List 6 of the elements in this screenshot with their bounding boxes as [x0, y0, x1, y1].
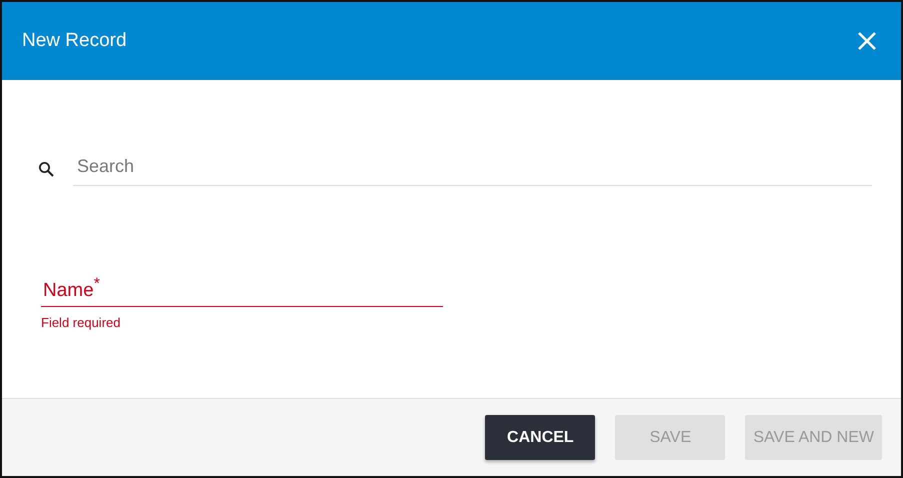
- dialog-title: New Record: [22, 30, 127, 52]
- name-field[interactable]: Name$^{*}$: [41, 276, 443, 308]
- error-message: Field required: [41, 315, 122, 330]
- search-icon: [38, 161, 54, 177]
- dialog-button[interactable]: CANCEL: [485, 415, 596, 460]
- close-icon[interactable]: [857, 31, 877, 51]
